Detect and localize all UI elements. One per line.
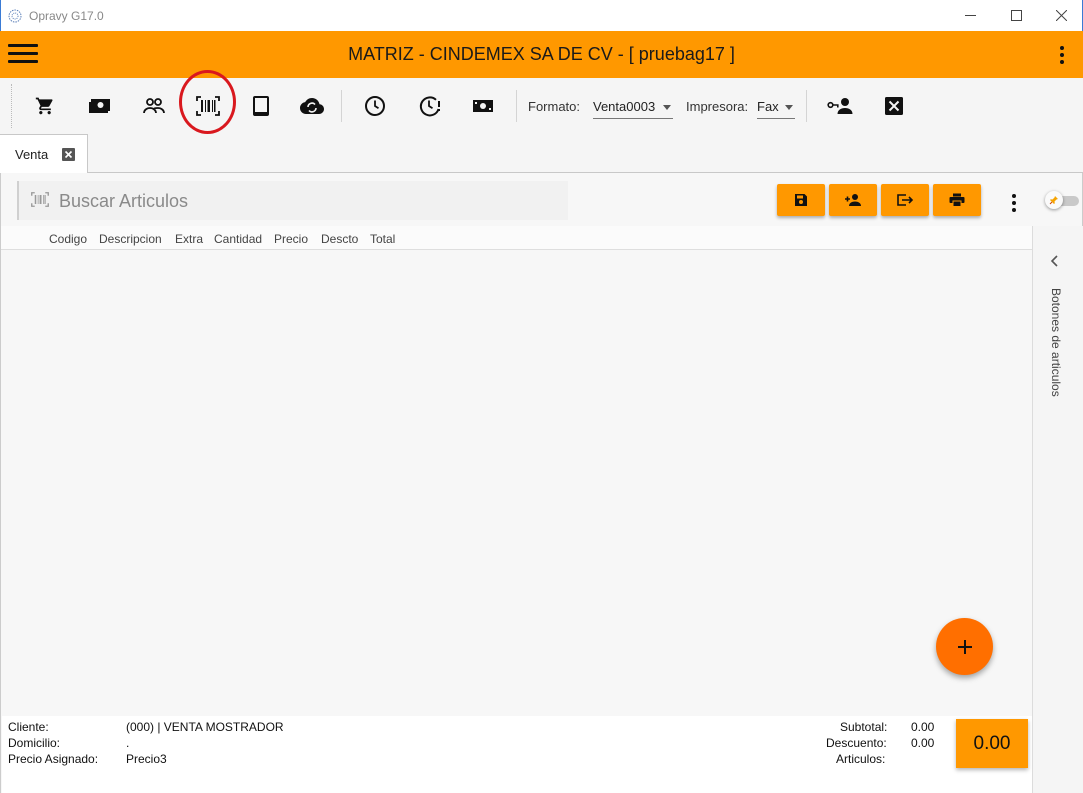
close-icon [1055, 10, 1067, 21]
cart-button[interactable] [30, 92, 60, 120]
maximize-icon [1010, 10, 1022, 21]
precio-asignado-value: Precio3 [126, 752, 167, 766]
search-input[interactable] [59, 189, 539, 213]
sale-workspace: Codigo Descripcion Extra Cantidad Precio… [0, 173, 1083, 793]
money-icon [473, 100, 493, 112]
precio-asignado-label: Precio Asignado: [8, 752, 99, 766]
pending-button[interactable] [415, 92, 445, 120]
impresora-select[interactable]: Fax [757, 95, 795, 119]
highlight-circle-annotation [179, 70, 236, 134]
cliente-value: (000) | VENTA MOSTRADOR [126, 720, 284, 734]
sale-summary-footer: Cliente: (000) | VENTA MOSTRADOR Domicil… [2, 716, 1032, 793]
search-box [17, 181, 568, 220]
workspace-more-button[interactable] [1007, 191, 1021, 213]
tab-close-button[interactable] [62, 148, 75, 161]
grid-header: Codigo Descripcion Extra Cantidad Precio… [1, 226, 1032, 250]
dropdown-arrow-icon [785, 105, 793, 110]
user-key-icon [827, 98, 853, 114]
print-icon [949, 193, 965, 207]
domicilio-label: Domicilio: [8, 736, 61, 750]
column-header-total[interactable]: Total [370, 232, 395, 246]
column-header-precio[interactable]: Precio [274, 232, 308, 246]
articles-side-panel: Botones de articulos [1032, 226, 1083, 793]
app-logo-icon [8, 9, 22, 23]
items-grid: Codigo Descripcion Extra Cantidad Precio… [1, 226, 1032, 716]
subtotal-label: Subtotal: [840, 720, 888, 734]
formato-value: Venta0003 [593, 99, 656, 114]
plus-icon [957, 639, 972, 654]
column-header-descripcion[interactable]: Descripcion [99, 232, 162, 246]
subtotal-value: 0.00 [911, 720, 935, 734]
formato-label: Formato: [528, 99, 581, 114]
money-button[interactable] [468, 92, 498, 120]
impresora-value: Fax [757, 99, 779, 114]
history-button[interactable] [360, 92, 390, 120]
header-more-button[interactable] [1055, 43, 1069, 67]
window-title: Opravy G17.0 [29, 9, 104, 23]
column-header-extra[interactable]: Extra [175, 232, 203, 246]
user-key-button[interactable] [825, 92, 855, 120]
column-header-codigo[interactable]: Codigo [49, 232, 87, 246]
cart-icon [35, 97, 53, 115]
descuento-label: Descuento: [826, 736, 887, 750]
exit-icon [897, 194, 914, 206]
toolbar-grip[interactable] [11, 84, 12, 128]
pin-icon [1049, 196, 1058, 205]
tab-strip: Venta [0, 134, 1083, 174]
column-header-descto[interactable]: Descto [321, 232, 358, 246]
barcode-icon [31, 192, 49, 207]
window-titlebar: Opravy G17.0 [0, 0, 1083, 31]
descuento-value: 0.00 [911, 736, 935, 750]
formato-select[interactable]: Venta0003 [593, 95, 673, 119]
close-session-button[interactable] [879, 92, 909, 120]
cliente-label: Cliente: [8, 720, 49, 734]
tab-venta[interactable]: Venta [0, 134, 88, 174]
people-button[interactable] [139, 92, 169, 120]
more-vert-icon [1060, 46, 1064, 50]
impresora-label: Impresora: [686, 99, 749, 114]
dropdown-arrow-icon [663, 105, 671, 110]
main-toolbar: Formato: Venta0003 Impresora: Fax [0, 78, 1083, 134]
people-icon [143, 98, 165, 114]
save-icon [795, 194, 807, 206]
close-icon [64, 150, 73, 159]
cloud-sync-icon [300, 98, 324, 114]
cash-icon [89, 99, 110, 113]
header-title: MATRIZ - CINDEMEX SA DE CV - [ pruebag17… [348, 44, 735, 64]
toolbar-separator [516, 90, 517, 122]
app-header: MATRIZ - CINDEMEX SA DE CV - [ pruebag17… [0, 31, 1083, 78]
add-item-fab[interactable] [936, 618, 993, 675]
clock-icon [365, 96, 385, 116]
save-button[interactable] [777, 184, 825, 216]
pin-toggle[interactable] [1045, 191, 1079, 209]
cloud-sync-button[interactable] [297, 92, 327, 120]
clock-alert-icon [419, 96, 440, 117]
close-window-button[interactable] [1038, 0, 1083, 31]
minimize-icon [964, 15, 976, 16]
total-amount[interactable]: 0.00 [956, 719, 1028, 768]
toolbar-separator [341, 90, 342, 122]
tablet-icon [253, 96, 269, 116]
minimize-button[interactable] [947, 0, 993, 31]
add-person-button[interactable] [829, 184, 877, 216]
tab-label: Venta [15, 147, 49, 162]
exit-button[interactable] [881, 184, 929, 216]
articulos-label: Articulos: [836, 752, 886, 766]
maximize-button[interactable] [993, 0, 1039, 31]
print-button[interactable] [933, 184, 981, 216]
add-person-icon [845, 194, 861, 206]
domicilio-value: . [126, 736, 130, 750]
toolbar-separator [806, 90, 807, 122]
more-vert-icon [1012, 194, 1016, 198]
close-box-icon [885, 97, 903, 115]
column-header-cantidad[interactable]: Cantidad [214, 232, 262, 246]
side-panel-label[interactable]: Botones de articulos [1049, 288, 1063, 397]
cash-button[interactable] [85, 92, 115, 120]
chevron-left-icon[interactable] [1050, 254, 1060, 268]
tablet-button[interactable] [246, 92, 276, 120]
